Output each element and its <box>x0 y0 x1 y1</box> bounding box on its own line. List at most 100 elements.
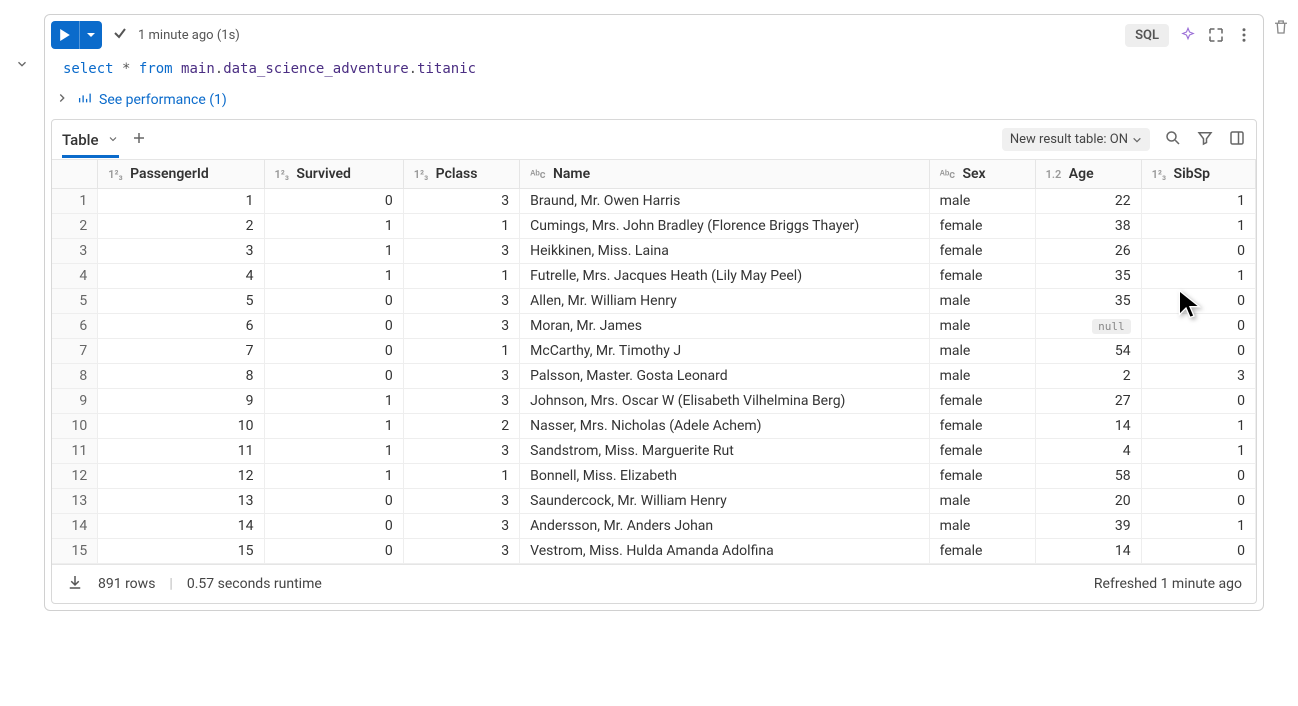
cell-age[interactable]: 20 <box>1035 489 1141 514</box>
cell-passengerid[interactable]: 3 <box>98 239 264 264</box>
cell-age[interactable]: 27 <box>1035 389 1141 414</box>
cell-sibsp[interactable]: 0 <box>1141 489 1255 514</box>
table-row[interactable]: 9913Johnson, Mrs. Oscar W (Elisabeth Vil… <box>52 389 1256 414</box>
cell-pclass[interactable]: 3 <box>403 539 519 564</box>
cell-pclass[interactable]: 3 <box>403 364 519 389</box>
cell-name[interactable]: Bonnell, Miss. Elizabeth <box>520 464 929 489</box>
cell-passengerid[interactable]: 2 <box>98 214 264 239</box>
cell-sex[interactable]: female <box>929 464 1035 489</box>
cell-sex[interactable]: female <box>929 389 1035 414</box>
cell-sibsp[interactable]: 0 <box>1141 389 1255 414</box>
cell-pclass[interactable]: 3 <box>403 489 519 514</box>
cell-pclass[interactable]: 1 <box>403 214 519 239</box>
cell-pclass[interactable]: 3 <box>403 289 519 314</box>
cell-name[interactable]: Vestrom, Miss. Hulda Amanda Adolfina <box>520 539 929 564</box>
cell-sibsp[interactable]: 3 <box>1141 364 1255 389</box>
table-row[interactable]: 5503Allen, Mr. William Henrymale350 <box>52 289 1256 314</box>
cell-sibsp[interactable]: 1 <box>1141 189 1255 214</box>
see-performance-link[interactable]: See performance (1) <box>45 87 1263 119</box>
cell-sex[interactable]: male <box>929 339 1035 364</box>
cell-sibsp[interactable]: 0 <box>1141 464 1255 489</box>
cell-survived[interactable]: 1 <box>264 464 403 489</box>
cell-age[interactable]: 38 <box>1035 214 1141 239</box>
cell-survived[interactable]: 1 <box>264 389 403 414</box>
cell-sex[interactable]: male <box>929 514 1035 539</box>
cell-age[interactable]: 22 <box>1035 189 1141 214</box>
delete-cell-icon[interactable] <box>1272 18 1290 40</box>
cell-age[interactable]: 35 <box>1035 289 1141 314</box>
table-row[interactable]: 2211Cumings, Mrs. John Bradley (Florence… <box>52 214 1256 239</box>
more-icon[interactable] <box>1235 26 1253 44</box>
cell-passengerid[interactable]: 7 <box>98 339 264 364</box>
cell-sibsp[interactable]: 1 <box>1141 214 1255 239</box>
cell-sibsp[interactable]: 1 <box>1141 439 1255 464</box>
cell-name[interactable]: Futrelle, Mrs. Jacques Heath (Lily May P… <box>520 264 929 289</box>
cell-sex[interactable]: male <box>929 489 1035 514</box>
cell-sex[interactable]: female <box>929 414 1035 439</box>
cell-survived[interactable]: 0 <box>264 314 403 339</box>
new-result-table-toggle[interactable]: New result table: ON <box>1002 128 1150 151</box>
cell-name[interactable]: Nasser, Mrs. Nicholas (Adele Achem) <box>520 414 929 439</box>
cell-sex[interactable]: female <box>929 239 1035 264</box>
cell-age[interactable]: 35 <box>1035 264 1141 289</box>
cell-passengerid[interactable]: 8 <box>98 364 264 389</box>
cell-survived[interactable]: 1 <box>264 439 403 464</box>
cell-survived[interactable]: 0 <box>264 539 403 564</box>
cell-passengerid[interactable]: 11 <box>98 439 264 464</box>
cell-sibsp[interactable]: 0 <box>1141 289 1255 314</box>
cell-passengerid[interactable]: 12 <box>98 464 264 489</box>
cell-sibsp[interactable]: 0 <box>1141 339 1255 364</box>
tab-table[interactable]: Table <box>62 131 119 158</box>
cell-name[interactable]: Sandstrom, Miss. Marguerite Rut <box>520 439 929 464</box>
cell-pclass[interactable]: 1 <box>403 264 519 289</box>
cell-age[interactable]: 26 <box>1035 239 1141 264</box>
cell-name[interactable]: Saundercock, Mr. William Henry <box>520 489 929 514</box>
cell-sibsp[interactable]: 1 <box>1141 264 1255 289</box>
expand-icon[interactable] <box>1207 26 1225 44</box>
panel-icon[interactable] <box>1228 129 1246 151</box>
cell-passengerid[interactable]: 13 <box>98 489 264 514</box>
cell-sex[interactable]: female <box>929 214 1035 239</box>
cell-name[interactable]: Moran, Mr. James <box>520 314 929 339</box>
cell-sibsp[interactable]: 0 <box>1141 539 1255 564</box>
cell-sibsp[interactable]: 1 <box>1141 514 1255 539</box>
cell-age[interactable]: 4 <box>1035 439 1141 464</box>
table-row[interactable]: 121211Bonnell, Miss. Elizabethfemale580 <box>52 464 1256 489</box>
cell-age[interactable]: 14 <box>1035 414 1141 439</box>
cell-age[interactable]: null <box>1035 314 1141 339</box>
cell-pclass[interactable]: 1 <box>403 464 519 489</box>
cell-name[interactable]: Allen, Mr. William Henry <box>520 289 929 314</box>
language-chip[interactable]: SQL <box>1125 24 1169 47</box>
cell-survived[interactable]: 0 <box>264 339 403 364</box>
run-dropdown-icon[interactable] <box>79 21 102 49</box>
cell-sibsp[interactable]: 0 <box>1141 314 1255 339</box>
add-tab-button[interactable] <box>131 130 147 150</box>
cell-pclass[interactable]: 1 <box>403 339 519 364</box>
cell-name[interactable]: Braund, Mr. Owen Harris <box>520 189 929 214</box>
cell-age[interactable]: 54 <box>1035 339 1141 364</box>
cell-sex[interactable]: female <box>929 539 1035 564</box>
cell-survived[interactable]: 0 <box>264 514 403 539</box>
result-table[interactable]: 1²₃ PassengerId1²₃ Survived1²₃ Pclassᴬᵇc… <box>52 160 1256 564</box>
cell-age[interactable]: 14 <box>1035 539 1141 564</box>
cell-pclass[interactable]: 3 <box>403 389 519 414</box>
column-header-passengerid[interactable]: 1²₃ PassengerId <box>98 160 264 189</box>
cell-sibsp[interactable]: 0 <box>1141 239 1255 264</box>
run-button[interactable] <box>51 21 102 49</box>
table-row[interactable]: 151503Vestrom, Miss. Hulda Amanda Adolfi… <box>52 539 1256 564</box>
cell-name[interactable]: Johnson, Mrs. Oscar W (Elisabeth Vilhelm… <box>520 389 929 414</box>
cell-sex[interactable]: male <box>929 289 1035 314</box>
cell-pclass[interactable]: 3 <box>403 514 519 539</box>
cell-passengerid[interactable]: 4 <box>98 264 264 289</box>
column-header-sibsp[interactable]: 1²₃ SibSp <box>1141 160 1255 189</box>
cell-sex[interactable]: female <box>929 439 1035 464</box>
cell-pclass[interactable]: 3 <box>403 239 519 264</box>
column-header-pclass[interactable]: 1²₃ Pclass <box>403 160 519 189</box>
filter-icon[interactable] <box>1196 129 1214 151</box>
cell-survived[interactable]: 0 <box>264 364 403 389</box>
cell-sex[interactable]: male <box>929 314 1035 339</box>
table-row[interactable]: 6603Moran, Mr. Jamesmalenull0 <box>52 314 1256 339</box>
cell-pclass[interactable]: 3 <box>403 189 519 214</box>
cell-passengerid[interactable]: 5 <box>98 289 264 314</box>
search-icon[interactable] <box>1164 129 1182 151</box>
